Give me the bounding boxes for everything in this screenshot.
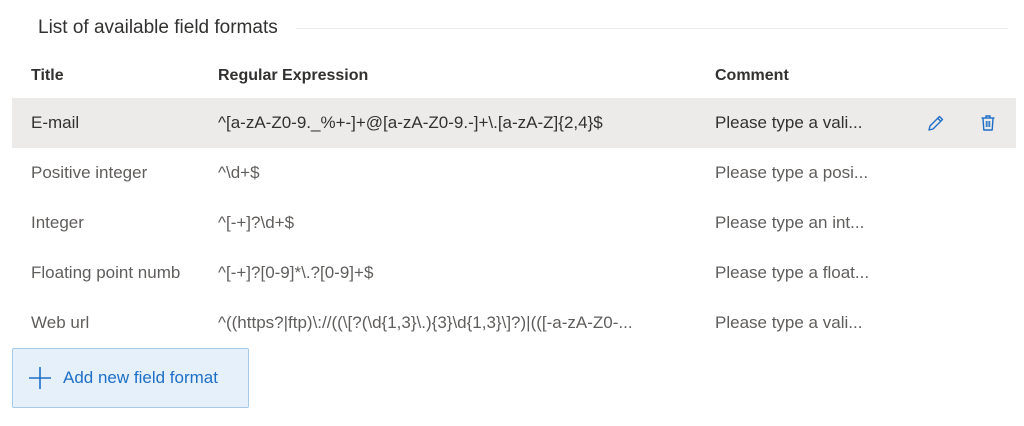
- row-regex: ^\d+$: [218, 163, 260, 182]
- section-header: List of available field formats: [38, 14, 1008, 42]
- add-field-format-button[interactable]: Add new field format: [12, 348, 249, 408]
- trash-icon[interactable]: [976, 111, 1000, 135]
- pencil-icon[interactable]: [924, 111, 948, 135]
- row-comment: Please type an int...: [715, 213, 865, 232]
- table-row[interactable]: Floating point numb ^[-+]?[0-9]*\.?[0-9]…: [12, 248, 1016, 298]
- row-comment: Please type a posi...: [715, 163, 869, 182]
- row-comment: Please type a vali...: [715, 313, 863, 332]
- field-formats-panel: List of available field formats Title Re…: [0, 0, 1024, 426]
- column-header-comment[interactable]: Comment: [715, 67, 881, 85]
- row-comment: Please type a vali...: [715, 113, 863, 132]
- row-title: E-mail: [31, 113, 80, 132]
- field-formats-table: Title Regular Expression Comment E-mail …: [12, 54, 1016, 348]
- table-row[interactable]: Positive integer ^\d+$ Please type a pos…: [12, 148, 1016, 198]
- table-row[interactable]: Integer ^[-+]?\d+$ Please type an int...: [12, 198, 1016, 248]
- table-row[interactable]: E-mail ^[a-zA-Z0-9._%+-]+@[a-zA-Z0-9.-]+…: [12, 98, 1016, 148]
- row-comment: Please type a float...: [715, 263, 870, 282]
- row-title: Positive integer: [31, 163, 148, 182]
- row-regex: ^((https?|ftp)\://((\[?(\d{1,3}\.){3}\d{…: [218, 313, 633, 332]
- row-regex: ^[-+]?[0-9]*\.?[0-9]+$: [218, 263, 374, 282]
- row-title: Floating point numb: [31, 263, 181, 282]
- section-title: List of available field formats: [38, 17, 278, 38]
- table-row[interactable]: Web url ^((https?|ftp)\://((\[?(\d{1,3}\…: [12, 298, 1016, 348]
- column-header-title[interactable]: Title: [31, 67, 209, 85]
- column-header-regex[interactable]: Regular Expression: [218, 67, 690, 85]
- add-button-label: Add new field format: [63, 368, 218, 387]
- row-regex: ^[-+]?\d+$: [218, 213, 295, 232]
- row-title: Web url: [31, 313, 90, 332]
- row-actions: [924, 98, 1000, 148]
- row-regex: ^[a-zA-Z0-9._%+-]+@[a-zA-Z0-9.-]+\.[a-zA…: [218, 113, 603, 132]
- plus-icon: [27, 365, 53, 391]
- table-header-row: Title Regular Expression Comment: [12, 54, 1016, 98]
- row-title: Integer: [31, 213, 84, 232]
- section-divider: [295, 27, 1008, 29]
